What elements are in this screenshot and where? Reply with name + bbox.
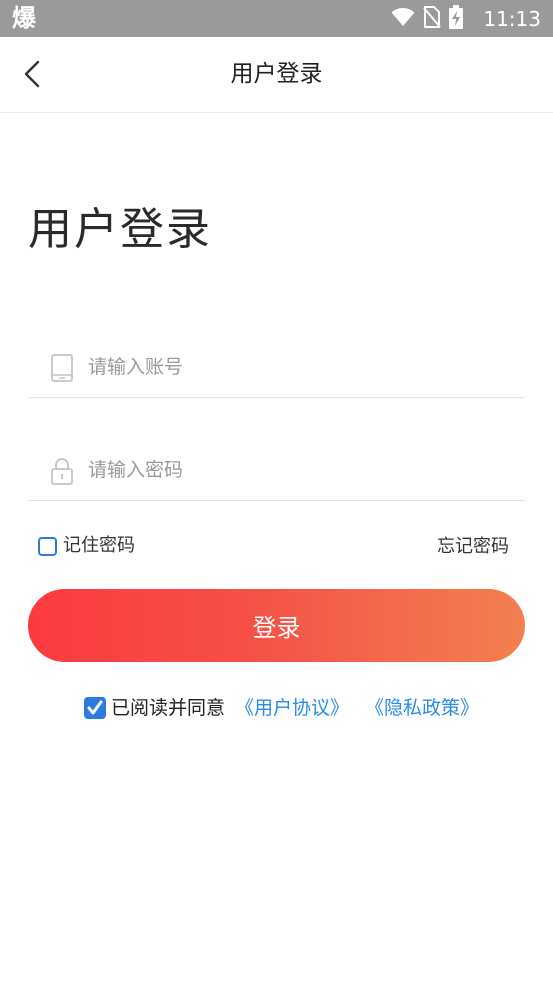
page-heading: 用户登录: [28, 204, 212, 255]
agreement-text: 已阅读并同意: [111, 697, 226, 719]
status-icons: [391, 5, 463, 33]
checkmark-icon: [87, 700, 103, 715]
nav-bar: 用户登录: [0, 37, 553, 113]
remember-checkbox-box[interactable]: [38, 536, 57, 556]
battery-charging-icon: [449, 5, 463, 33]
phone-icon: [50, 354, 74, 382]
status-bar: 爆 11:13: [0, 0, 553, 37]
lock-icon: [50, 457, 74, 485]
account-field-row: [28, 337, 525, 398]
login-screen: 爆 11:13 用户登录 用户登录 请输入账号 记住密码 忘记密码 登录 已阅读…: [0, 0, 553, 983]
privacy-policy-link[interactable]: 《隐私政策》: [365, 695, 479, 721]
account-input[interactable]: [88, 349, 508, 385]
status-time: 11:13: [483, 7, 541, 31]
no-sim-icon: [423, 6, 441, 32]
password-input[interactable]: [88, 452, 508, 488]
user-agreement-link[interactable]: 《用户协议》: [235, 695, 349, 721]
remember-label: 记住密码: [63, 535, 135, 556]
forgot-password-link[interactable]: 忘记密码: [437, 535, 509, 559]
agreement-checkbox[interactable]: [84, 697, 106, 719]
agreement-row: 已阅读并同意 《用户协议》 《隐私政策》: [84, 695, 479, 721]
wifi-icon: [391, 7, 415, 31]
password-field-row: [28, 440, 525, 501]
app-notification-icon: 爆: [12, 4, 36, 32]
nav-title: 用户登录: [230, 61, 323, 87]
remember-password-checkbox[interactable]: 记住密码: [38, 534, 135, 558]
login-button[interactable]: 登录: [28, 589, 525, 662]
